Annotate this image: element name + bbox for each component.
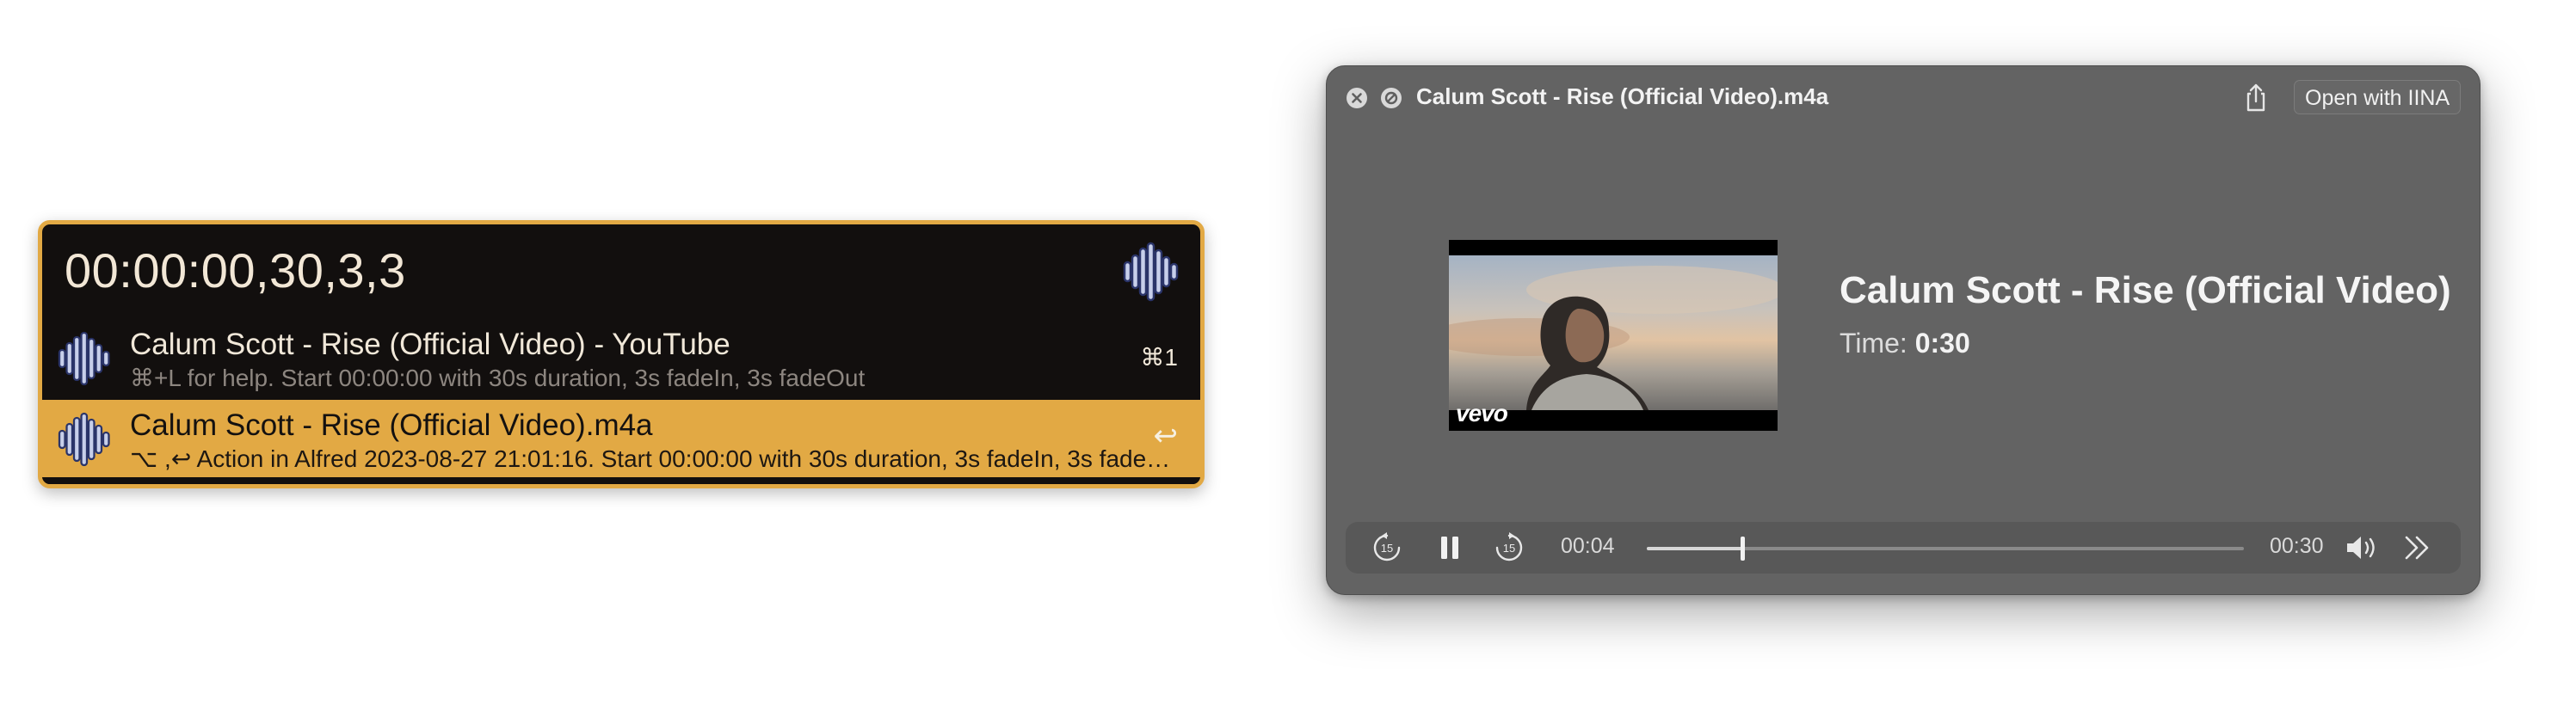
- video-thumbnail: vevo: [1449, 240, 1778, 431]
- alfred-bottom-edge: [42, 477, 1200, 484]
- vevo-logo: vevo: [1456, 400, 1508, 426]
- svg-text:15: 15: [1381, 542, 1393, 555]
- window-title: Calum Scott - Rise (Official Video).m4a: [1416, 83, 1829, 109]
- fullscreen-disabled-icon[interactable]: [1380, 87, 1402, 109]
- result-subtitle: ⌥ ,↩ Action in Alfred 2023-08-27 21:01:1…: [130, 445, 1171, 472]
- thumbnail-scene: [1449, 255, 1778, 410]
- song-duration: Time: 0:30: [1840, 328, 1970, 359]
- audio-waveform-icon: [58, 412, 111, 471]
- audio-waveform-icon: [1123, 242, 1180, 306]
- progress-fill: [1647, 547, 1743, 550]
- alfred-query-input[interactable]: 00:00:00,30,3,3: [65, 247, 406, 295]
- progress-knob[interactable]: [1741, 537, 1746, 561]
- alfred-window: 00:00:00,30,3,3 Calum Scott - Rise (Offi…: [38, 220, 1205, 488]
- quicklook-window: Calum Scott - Rise (Official Video).m4a …: [1326, 65, 2480, 595]
- share-icon[interactable]: [2239, 82, 2273, 114]
- current-time: 00:04: [1561, 534, 1615, 558]
- volume-icon[interactable]: [2344, 531, 2382, 568]
- open-with-iina-button[interactable]: Open with IINA: [2294, 80, 2462, 114]
- result-item-m4a-selected[interactable]: Calum Scott - Rise (Official Video).m4a …: [42, 400, 1200, 482]
- double-chevron-right-icon[interactable]: [2400, 532, 2433, 568]
- time-label: Time:: [1840, 328, 1907, 359]
- song-title: Calum Scott - Rise (Official Video): [1840, 269, 2451, 311]
- skip-back-15-icon[interactable]: 15: [1370, 531, 1404, 569]
- result-title: Calum Scott - Rise (Official Video).m4a: [130, 408, 653, 442]
- audio-waveform-icon: [58, 331, 111, 390]
- end-time: 00:30: [2270, 534, 2324, 558]
- progress-slider[interactable]: [1647, 537, 2244, 561]
- result-title: Calum Scott - Rise (Official Video) - Yo…: [130, 328, 730, 361]
- result-item-youtube[interactable]: Calum Scott - Rise (Official Video) - Yo…: [42, 319, 1200, 400]
- svg-text:15: 15: [1503, 542, 1515, 555]
- pause-icon[interactable]: [1435, 532, 1464, 568]
- result-shortcut: ⌘1: [1140, 344, 1178, 371]
- return-key-icon: ↩: [1153, 420, 1179, 452]
- result-subtitle: ⌘+L for help. Start 00:00:00 with 30s du…: [130, 365, 866, 391]
- skip-forward-15-icon[interactable]: 15: [1492, 531, 1526, 569]
- close-icon[interactable]: [1346, 87, 1368, 109]
- time-value: 0:30: [1914, 328, 1970, 359]
- player-controls: 15 15 00:04 00:30: [1346, 522, 2461, 574]
